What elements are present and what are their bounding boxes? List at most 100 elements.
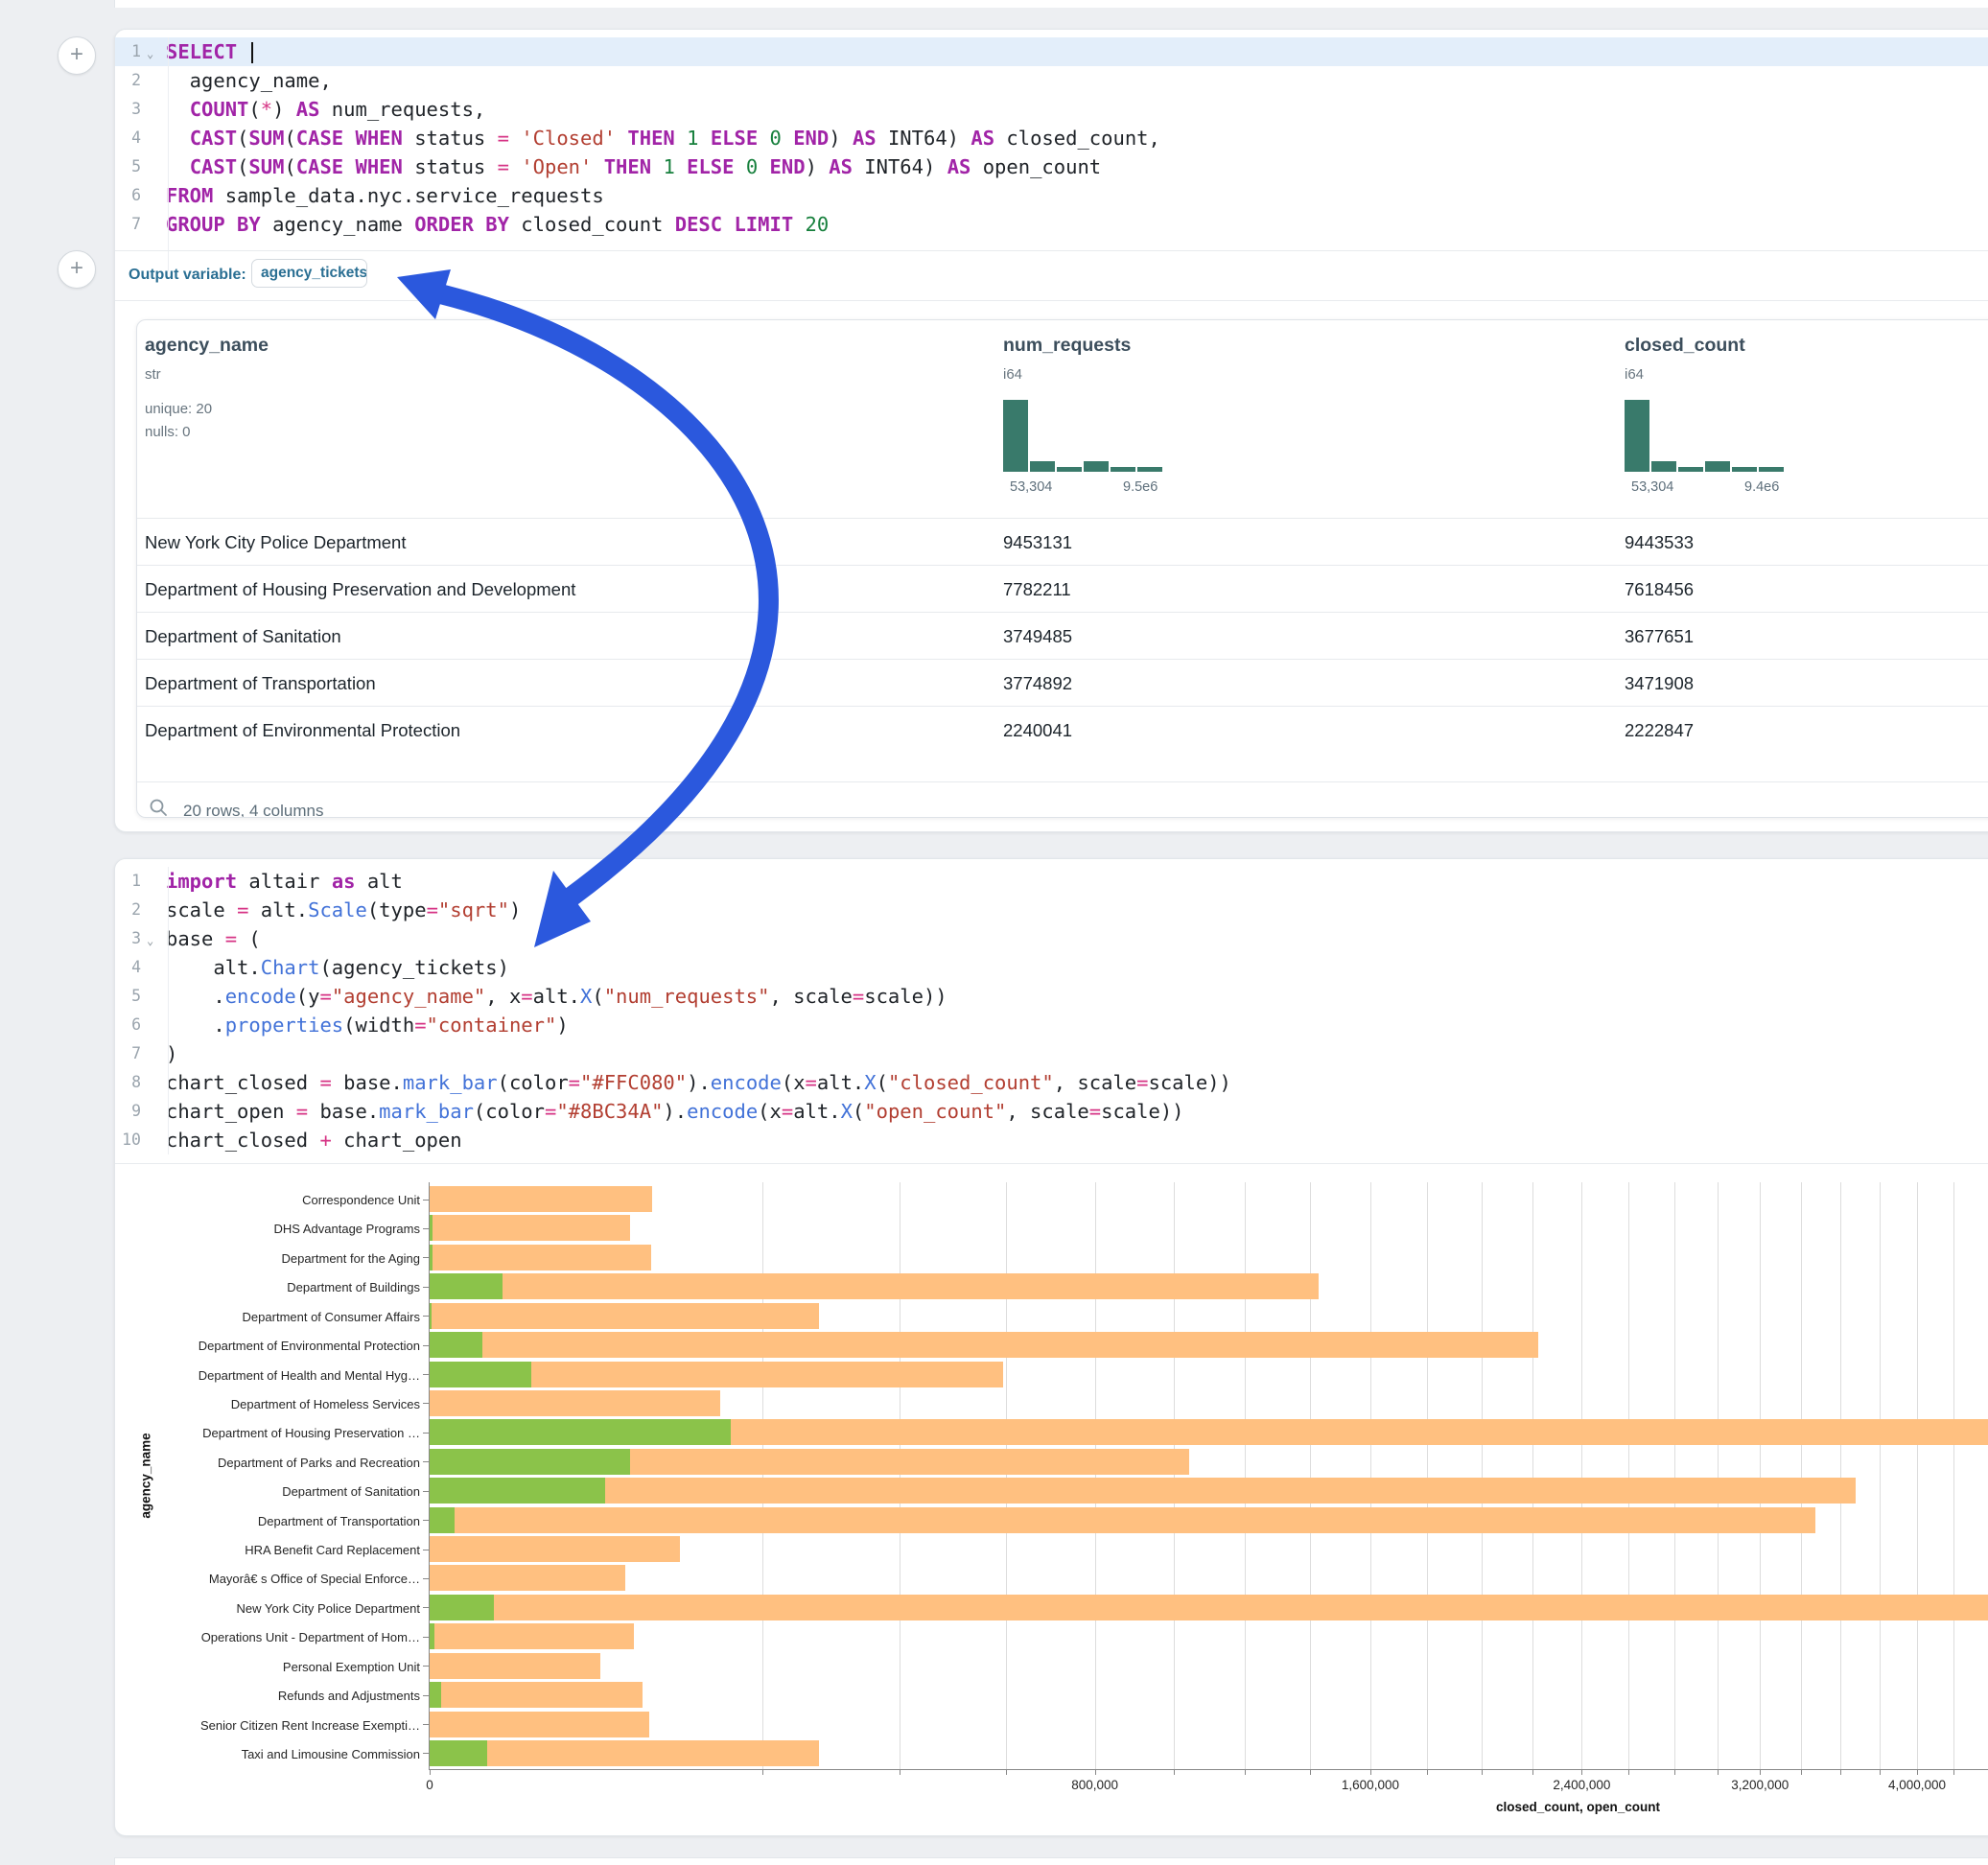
code-line[interactable]: 4 CAST(SUM(CASE WHEN status = 'Closed' T…: [115, 124, 1988, 152]
closed-count-cell: 3677651: [1625, 613, 1694, 660]
num-requests-cell: 9453131: [1003, 519, 1072, 566]
table-row[interactable]: Department of Sanitation 3749485 3677651: [137, 612, 1988, 660]
code-line[interactable]: 4 alt.Chart(agency_tickets): [115, 953, 1988, 982]
code-line[interactable]: 5 .encode(y="agency_name", x=alt.X("num_…: [115, 982, 1988, 1011]
line-number: 4: [115, 124, 141, 152]
dataframe-table: agency_name str unique: 20 nulls: 0 num_…: [136, 319, 1988, 818]
python-code-editor[interactable]: 1 import altair as alt2scale = alt.Scale(…: [115, 867, 1988, 1154]
agency-name-cell: Department of Housing Preservation and D…: [145, 566, 575, 613]
histogram-bar: [1651, 461, 1676, 472]
code-line[interactable]: 6 FROM sample_data.nyc.service_requests: [115, 181, 1988, 210]
line-number: 6: [115, 1011, 141, 1039]
code-text: SELECT: [166, 37, 253, 66]
histogram-min-label: 53,304: [1631, 479, 1673, 495]
histogram-closed-count: [1625, 400, 1784, 472]
text-cursor: [251, 42, 253, 63]
code-text: agency_name,: [166, 66, 332, 95]
code-line[interactable]: 6 .properties(width="container"): [115, 1011, 1988, 1039]
table-row[interactable]: Department of Transportation377489234719…: [137, 659, 1988, 707]
histogram-bar: [1678, 467, 1703, 472]
code-text: chart_open = base.mark_bar(color="#8BC34…: [166, 1097, 1184, 1126]
column-header-agency-name[interactable]: agency_name: [145, 335, 269, 357]
divider: [115, 1163, 1988, 1164]
code-line[interactable]: 8 chart_closed = base.mark_bar(color="#FF…: [115, 1068, 1988, 1097]
code-text: .properties(width="container"): [166, 1011, 569, 1039]
column-stat-unique: unique: 20: [145, 401, 212, 417]
histogram-bar: [1111, 467, 1135, 472]
num-requests-cell: 3774892: [1003, 660, 1072, 707]
num-requests-cell: 3749485: [1003, 613, 1072, 660]
line-number: 10: [115, 1126, 141, 1154]
code-text: CAST(SUM(CASE WHEN status = 'Open' THEN …: [166, 152, 1101, 181]
search-icon[interactable]: [149, 798, 168, 817]
num-requests-cell: 7782211: [1003, 566, 1071, 613]
histogram-bar: [1625, 400, 1649, 472]
code-line[interactable]: 7GROUP BY agency_name ORDER BY closed_co…: [115, 210, 1988, 239]
output-variable-pill[interactable]: agency_tickets: [251, 259, 367, 288]
code-line[interactable]: 3 COUNT(*) AS num_requests,: [115, 95, 1988, 124]
table-row[interactable]: Department of Environmental Protection22…: [137, 706, 1988, 754]
fold-caret-icon[interactable]: ⌄: [147, 926, 153, 955]
fold-caret-icon[interactable]: ⌄: [147, 39, 153, 68]
sql-code-editor[interactable]: 1⌄SELECT 2 agency_name,3 COUNT(*) AS num…: [115, 37, 1988, 271]
code-line[interactable]: 3⌄ base = (: [115, 924, 1988, 953]
code-text: CAST(SUM(CASE WHEN status = 'Closed' THE…: [166, 124, 1160, 152]
histogram-bar: [1030, 461, 1055, 472]
column-header-closed-count[interactable]: closed_count: [1625, 335, 1745, 357]
column-dtype: str: [145, 366, 161, 383]
column-header-num-requests[interactable]: num_requests: [1003, 335, 1131, 357]
line-number: 1: [115, 867, 141, 896]
code-text: import altair as alt: [166, 867, 403, 896]
column-dtype: i64: [1625, 366, 1644, 383]
code-line[interactable]: 7): [115, 1039, 1988, 1068]
code-text: alt.Chart(agency_tickets): [166, 953, 509, 982]
histogram-bar: [1057, 467, 1082, 472]
line-number: 5: [115, 152, 141, 181]
column-dtype: i64: [1003, 366, 1022, 383]
histogram-max-label: 9.4e6: [1744, 479, 1779, 495]
closed-count-cell: 3471908: [1625, 660, 1694, 707]
line-number: 2: [115, 66, 141, 95]
previous-cell-edge: [114, 0, 1988, 8]
table-row[interactable]: New York City Police Department945313194…: [137, 518, 1988, 566]
row-column-count: 20 rows, 4 columns: [183, 802, 323, 818]
line-number: 3: [115, 95, 141, 124]
table-row[interactable]: Department of Housing Preservation and D…: [137, 565, 1988, 613]
code-line[interactable]: 1 import altair as alt: [115, 867, 1988, 896]
code-text: chart_closed = base.mark_bar(color="#FFC…: [166, 1068, 1231, 1097]
agency-name-cell: Department of Sanitation: [145, 613, 341, 660]
code-line[interactable]: 10 chart_closed + chart_open: [115, 1126, 1988, 1154]
line-number: 8: [115, 1068, 141, 1097]
code-line[interactable]: 9chart_open = base.mark_bar(color="#8BC3…: [115, 1097, 1988, 1126]
line-number: 3: [115, 924, 141, 953]
closed-count-cell: 2222847: [1625, 707, 1694, 754]
line-number: 6: [115, 181, 141, 210]
histogram-max-label: 9.5e6: [1123, 479, 1158, 495]
code-line[interactable]: 1⌄SELECT: [115, 37, 1988, 66]
code-text: FROM sample_data.nyc.service_requests: [166, 181, 604, 210]
add-cell-button-middle[interactable]: +: [58, 250, 96, 289]
divider: [115, 300, 1988, 301]
code-text: scale = alt.Scale(type="sqrt"): [166, 896, 521, 924]
num-requests-cell: 2240041: [1003, 707, 1072, 754]
histogram-bar: [1003, 400, 1028, 472]
code-text: GROUP BY agency_name ORDER BY closed_cou…: [166, 210, 829, 239]
gutter-separator: [168, 867, 169, 1154]
code-line[interactable]: 5 CAST(SUM(CASE WHEN status = 'Open' THE…: [115, 152, 1988, 181]
gutter-separator: [168, 37, 169, 271]
closed-count-cell: 7618456: [1625, 566, 1694, 613]
histogram-bar: [1084, 461, 1109, 472]
code-text: chart_closed + chart_open: [166, 1126, 462, 1154]
divider: [115, 250, 1988, 251]
histogram-bar: [1759, 467, 1784, 472]
code-line[interactable]: 2scale = alt.Scale(type="sqrt"): [115, 896, 1988, 924]
code-text: base = (: [166, 924, 261, 953]
add-cell-button-top[interactable]: +: [58, 36, 96, 75]
line-number: 4: [115, 953, 141, 982]
histogram-min-label: 53,304: [1010, 479, 1052, 495]
line-number: 5: [115, 982, 141, 1011]
agency-name-cell: New York City Police Department: [145, 519, 406, 566]
output-variable-label: Output variable:: [129, 267, 246, 284]
code-line[interactable]: 2 agency_name,: [115, 66, 1988, 95]
sql-cell-card: 1⌄SELECT 2 agency_name,3 COUNT(*) AS num…: [114, 29, 1988, 832]
